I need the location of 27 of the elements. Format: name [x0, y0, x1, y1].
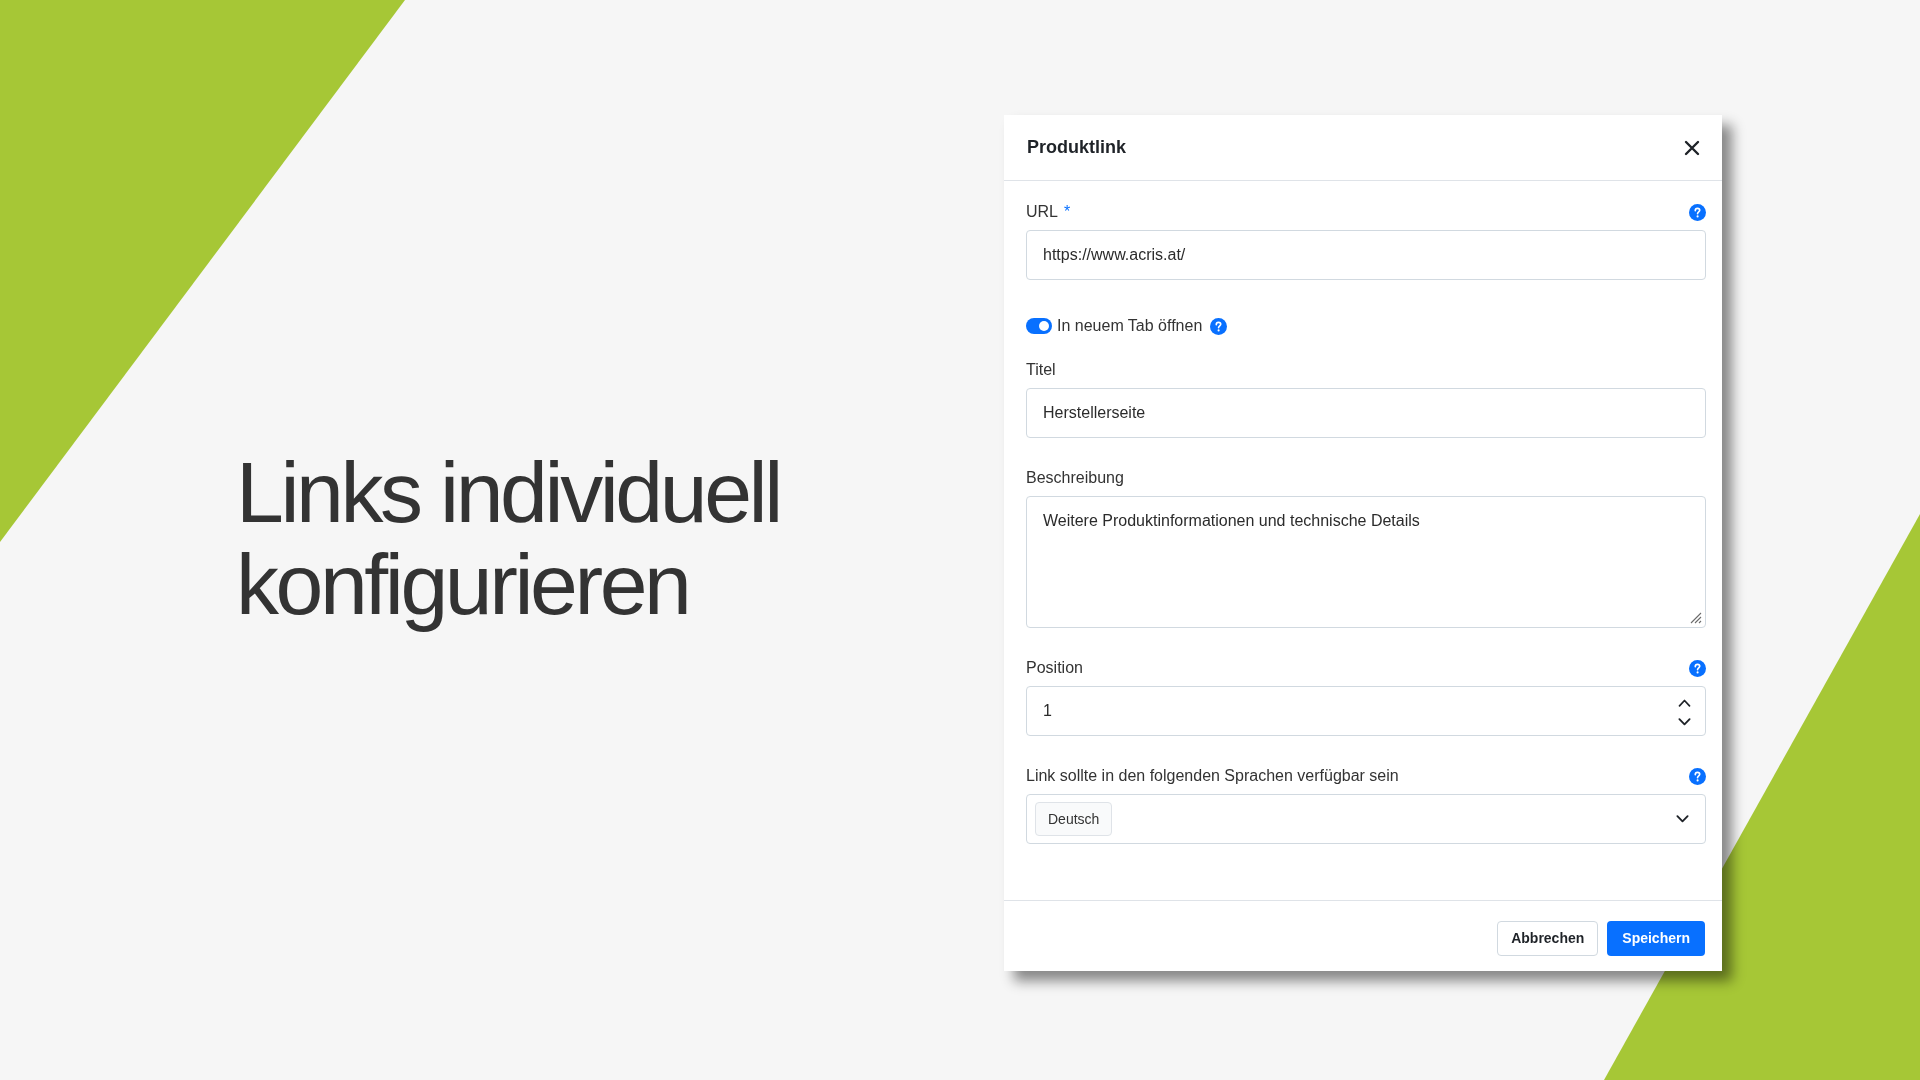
field-label: URL [1026, 202, 1058, 222]
textarea-field[interactable]: Weitere Produktinformationen und technische Details [1026, 496, 1706, 628]
field-label: Beschreibung [1026, 468, 1124, 488]
spin-up-icon[interactable] [1678, 699, 1691, 707]
toggle-switch[interactable] [1026, 318, 1052, 334]
dialog-title: Produktlink [1027, 136, 1126, 159]
resize-handle-icon[interactable] [1690, 612, 1702, 624]
language-select[interactable]: Deutsch [1026, 794, 1706, 844]
cancel-button[interactable]: Abbrechen [1497, 921, 1599, 956]
close-icon[interactable] [1684, 139, 1700, 156]
spin-down-icon[interactable] [1678, 718, 1691, 726]
language-tag[interactable]: Deutsch [1035, 802, 1113, 836]
help-icon[interactable] [1689, 659, 1706, 677]
input-field[interactable]: https://www.acris.at/ [1026, 230, 1706, 280]
save-button[interactable]: Speichern [1607, 921, 1705, 956]
input-field[interactable]: Herstellerseite [1026, 388, 1706, 438]
headline: Links individuell konfigurieren [236, 446, 781, 634]
field-label: Titel [1026, 360, 1056, 380]
help-icon[interactable] [1210, 317, 1228, 335]
number-field[interactable]: 1 [1026, 686, 1706, 736]
caret-icon[interactable] [1676, 815, 1689, 823]
field-label: Position [1026, 658, 1083, 678]
help-icon[interactable] [1689, 767, 1706, 785]
required-mark: * [1064, 202, 1071, 222]
help-icon[interactable] [1689, 203, 1706, 221]
switch-label: In neuem Tab öffnen [1057, 316, 1203, 336]
field-label: Link sollte in den folgenden Sprachen verfügbar sein [1026, 766, 1399, 786]
